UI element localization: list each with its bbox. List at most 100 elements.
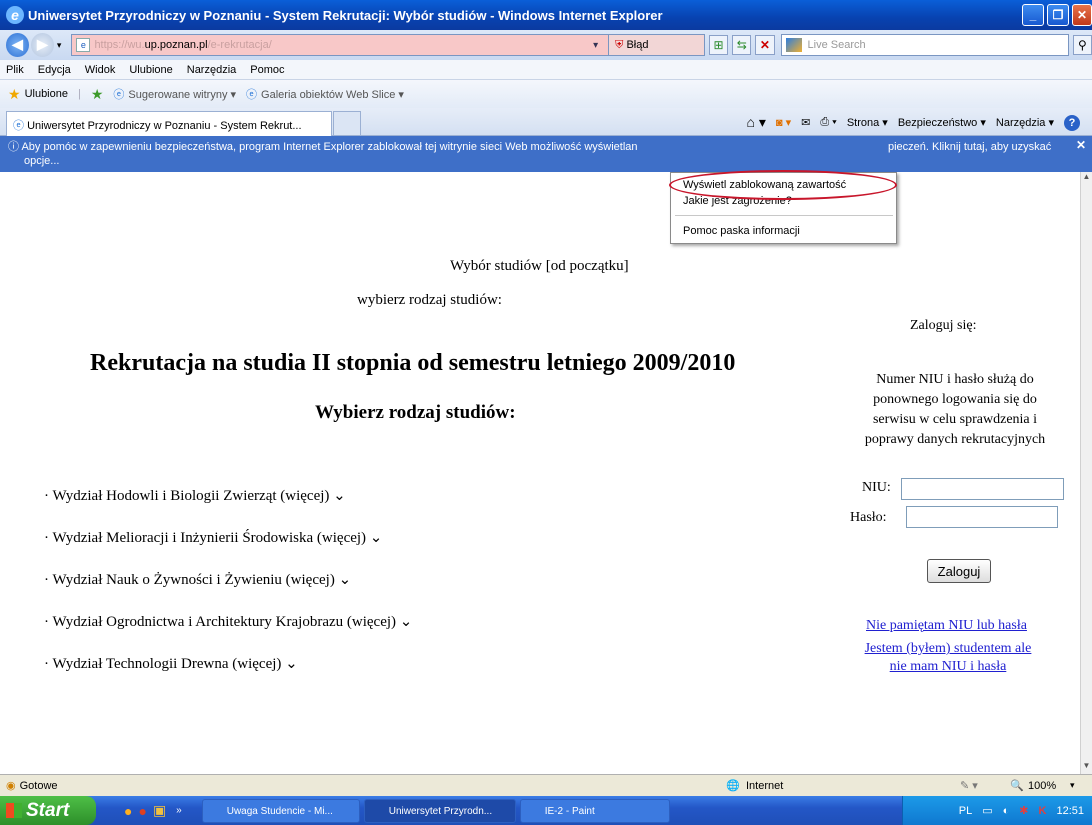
compatibility-view-icon[interactable]: ⊞	[708, 35, 729, 55]
language-indicator[interactable]: PL	[959, 805, 972, 817]
page-icon: e	[76, 38, 91, 52]
search-placeholder: Live Search	[807, 39, 866, 51]
information-bar[interactable]: ⓘ Aby pomóc w zapewnieniu bezpieczeństwa…	[0, 136, 1092, 172]
faculty-item[interactable]: · Wydział Hodowli i Biologii Zwierząt (w…	[44, 486, 346, 505]
faculty-item[interactable]: · Wydział Melioracji i Inżynierii Środow…	[44, 528, 382, 547]
tools-menu[interactable]: Narzędzia ▾	[996, 116, 1054, 129]
address-dropdown-icon[interactable]: ▾	[593, 40, 598, 51]
taskbar-item[interactable]: Uwaga Studencie - Mi...	[201, 798, 360, 823]
refresh-icon[interactable]: ⇆	[732, 35, 752, 55]
student-link-line1[interactable]: Jestem (byłem) studentem ale	[860, 640, 1036, 658]
url-prefix: https://wu.	[94, 39, 145, 51]
zoom-dropdown-icon[interactable]: ▾	[1070, 780, 1075, 791]
k-icon[interactable]: K	[1039, 805, 1047, 817]
favorites-bar: ★ Ulubione | ★ ⓔ Sugerowane witryny ▾ ⓔ …	[0, 80, 1092, 108]
safety-menu[interactable]: Bezpieczeństwo ▾	[898, 116, 986, 129]
feeds-icon[interactable]: ◙ ▾	[776, 116, 791, 129]
search-input[interactable]: Live Search	[780, 34, 1069, 56]
close-button[interactable]: ✕	[1072, 4, 1092, 26]
help-icon[interactable]: ?	[1064, 114, 1080, 131]
forgot-niu-link[interactable]: Nie pamiętam NIU lub hasła	[866, 618, 1027, 634]
login-title: Zaloguj się:	[910, 318, 977, 333]
protected-mode-icon[interactable]: ✎ ▾	[960, 779, 978, 792]
home-icon[interactable]: ⌂ ▾	[747, 114, 766, 131]
scroll-up-icon[interactable]: ▲	[1081, 172, 1092, 181]
shield-warning-icon: ⛨	[615, 39, 624, 51]
menu-favorites[interactable]: Ulubione	[129, 64, 172, 76]
windows-logo-icon	[6, 803, 22, 818]
security-zone[interactable]: Internet	[746, 780, 783, 792]
tab-title: Uniwersytet Przyrodniczy w Poznaniu - Sy…	[27, 120, 302, 132]
menu-edit[interactable]: Edycja	[38, 64, 71, 76]
new-tab-button[interactable]	[333, 111, 361, 136]
menu-bar: Plik Edycja Widok Ulubione Narzędzia Pom…	[0, 60, 1092, 80]
forward-button[interactable]: ▶	[30, 33, 54, 57]
login-button[interactable]: Zaloguj	[927, 559, 991, 583]
start-label: Start	[26, 800, 70, 821]
show-blocked-content-item[interactable]: Wyświetl zablokowaną zawartość	[683, 177, 846, 193]
clock: 12:51	[1056, 804, 1084, 817]
menu-tools[interactable]: Narzędzia	[187, 64, 237, 76]
page-heading: Rekrutacja na studia II stopnia od semes…	[90, 350, 736, 376]
quicklaunch-firefox-icon[interactable]: ●	[124, 803, 132, 819]
login-info-line: Numer NIU i hasło służą do	[876, 372, 1034, 387]
login-info-line: serwisu w celu sprawdzenia i	[872, 412, 1038, 427]
faculty-item[interactable]: · Wydział Ogrodnictwa i Architektury Kra…	[44, 612, 412, 631]
favorites-button[interactable]: Ulubione	[25, 88, 68, 100]
print-icon[interactable]: ⎙ ▾	[820, 116, 836, 129]
system-tray: PL ▭ ◐ ✱ K 12:51	[902, 796, 1092, 825]
favorites-star-icon: ★	[8, 85, 21, 102]
password-label: Hasło:	[850, 510, 887, 525]
info-bar-help-item[interactable]: Pomoc paska informacji	[683, 223, 800, 239]
taskbar-item[interactable]: IE-2 - Paint	[519, 798, 670, 823]
maximize-button[interactable]: ❐	[1047, 4, 1069, 26]
zoom-level[interactable]: 100%	[1028, 780, 1056, 792]
address-toolbar: ◀ ▶ ▾ e https://wu. up.poznan.pl/e-rekrut…	[0, 30, 1092, 71]
url-suffix: /e-rekrutacja/	[207, 39, 272, 51]
taskbar-item[interactable]: Uniwersytet Przyrodn...	[363, 798, 516, 823]
student-link-block: Jestem (byłem) studentem ale nie mam NIU…	[860, 640, 1036, 676]
certificate-error-button[interactable]: ⛨ Błąd certyfikatu	[608, 34, 705, 71]
quicklaunch-app-icon[interactable]: ▣	[153, 802, 166, 819]
info-icon: ⓘ	[8, 141, 19, 153]
info-bar-text-end: pieczeń. Kliknij tutaj, aby uzyskać	[888, 141, 1052, 153]
password-field[interactable]	[906, 506, 1058, 528]
address-field[interactable]: e https://wu. up.poznan.pl/e-rekrutacja/	[71, 34, 616, 56]
web-slice-gallery-link[interactable]: Galeria obiektów Web Slice ▾	[261, 88, 404, 101]
faculty-item[interactable]: · Wydział Technologii Drewna (więcej) ⌄	[44, 654, 298, 673]
menu-file[interactable]: Plik	[6, 64, 24, 76]
window-title: Uniwersytet Przyrodniczy w Poznaniu - Sy…	[28, 7, 663, 23]
stop-icon[interactable]: ✕	[755, 35, 775, 55]
quicklaunch-opera-icon[interactable]: ●	[138, 803, 146, 819]
page-top-title[interactable]: Wybór studiów [od początku]	[450, 258, 629, 275]
antivirus-icon[interactable]: ✱	[1019, 804, 1028, 817]
quicklaunch-more-icon[interactable]: »	[176, 805, 182, 816]
menu-view[interactable]: Widok	[85, 64, 116, 76]
start-button[interactable]: Start	[0, 796, 96, 825]
page-menu[interactable]: Strona ▾	[847, 116, 888, 129]
menu-help[interactable]: Pomoc	[250, 64, 284, 76]
back-button[interactable]: ◀	[6, 33, 29, 57]
network-icon[interactable]: ▭	[982, 804, 992, 817]
info-bar-text-line2: opcje...	[24, 155, 60, 167]
window-title-bar: e Uniwersytet Przyrodniczy w Poznaniu - …	[0, 0, 1092, 30]
tab-ie-icon: ⓔ	[13, 120, 24, 132]
close-info-bar-icon[interactable]: ✕	[1076, 138, 1086, 152]
niu-field[interactable]	[901, 478, 1064, 500]
add-favorite-icon[interactable]: ★	[91, 86, 104, 103]
volume-icon[interactable]: ◐	[1003, 805, 1010, 817]
minimize-button[interactable]: _	[1022, 4, 1044, 26]
what-is-the-risk-item[interactable]: Jakie jest zagrożenie?	[683, 193, 792, 209]
history-dropdown-icon[interactable]: ▾	[57, 40, 62, 51]
login-info-line: ponownego logowania się do	[873, 392, 1037, 407]
niu-label: NIU:	[862, 480, 891, 495]
tab-current[interactable]: ⓔ Uniwersytet Przyrodniczy w Poznaniu - …	[6, 111, 332, 136]
suggested-sites-link[interactable]: Sugerowane witryny ▾	[128, 88, 236, 101]
login-info: Numer NIU i hasło służą do ponownego log…	[845, 370, 1065, 450]
vertical-scrollbar[interactable]: ▲ ▼	[1080, 172, 1092, 774]
faculty-item[interactable]: · Wydział Nauk o Żywności i Żywieniu (wi…	[44, 570, 351, 589]
search-button-icon[interactable]: ⚲	[1072, 35, 1092, 55]
student-link-line2[interactable]: nie mam NIU i hasła	[860, 658, 1036, 676]
mail-icon[interactable]: ✉	[801, 116, 810, 129]
scroll-down-icon[interactable]: ▼	[1081, 761, 1092, 770]
